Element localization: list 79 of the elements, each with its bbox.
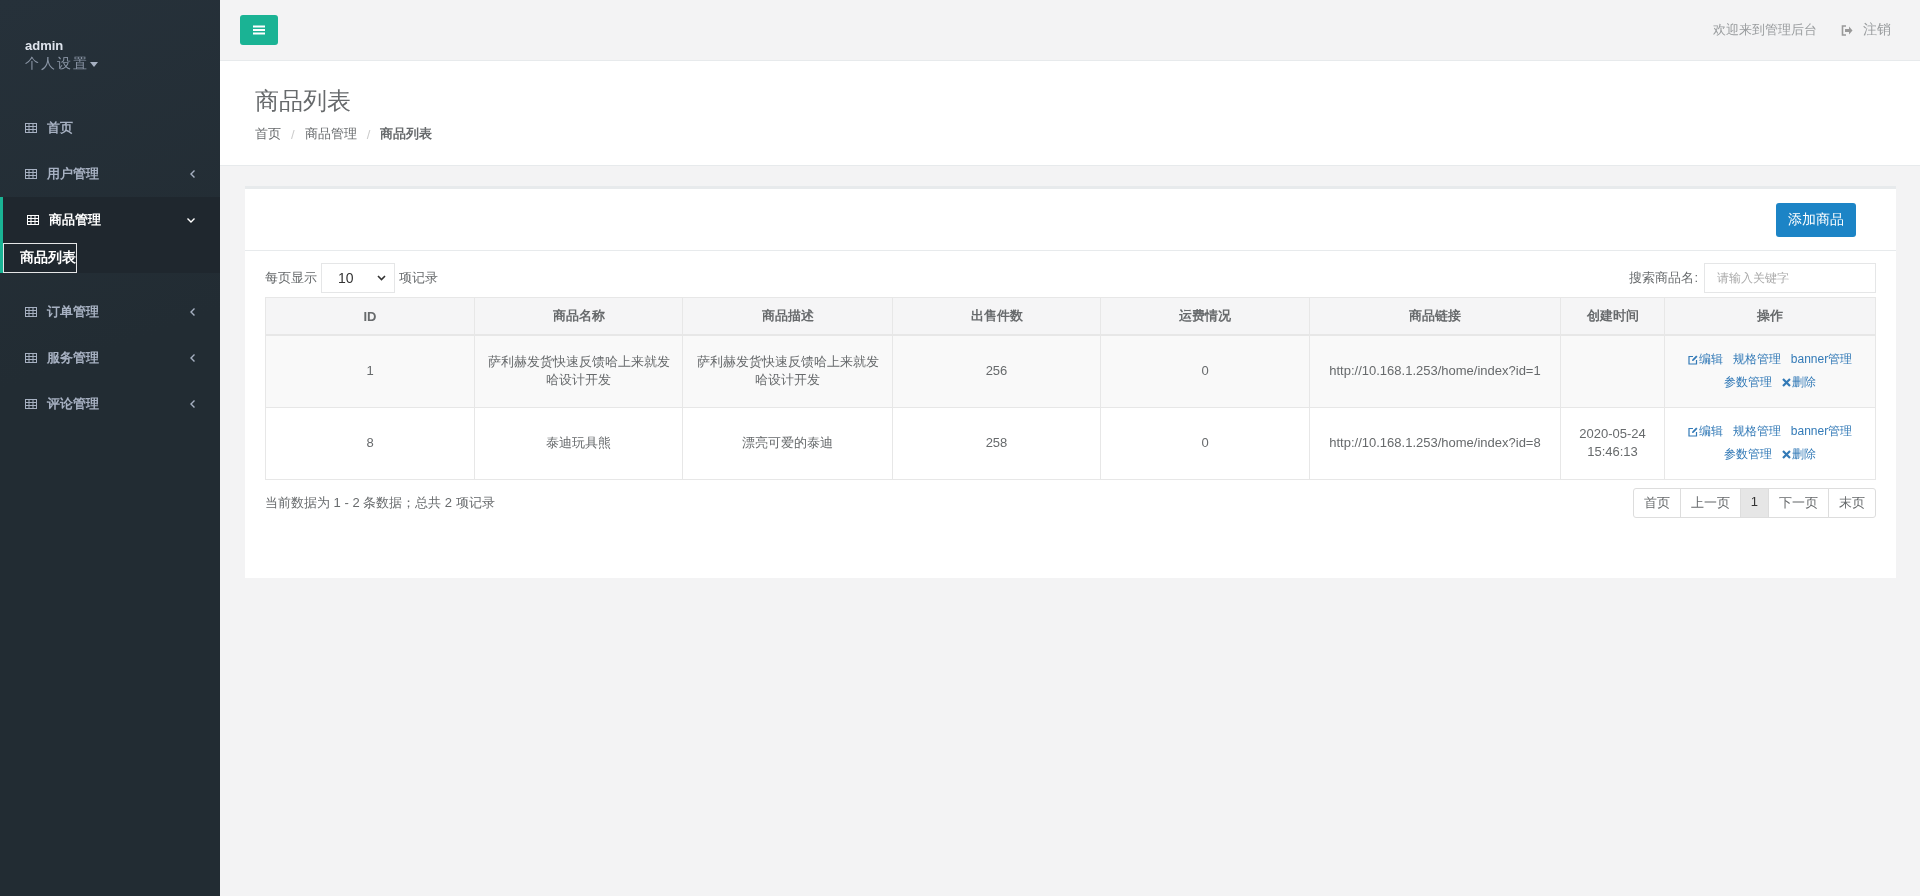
- add-product-button[interactable]: 添加商品: [1776, 203, 1856, 237]
- page-size-select[interactable]: 10: [321, 263, 395, 293]
- menu-button[interactable]: [240, 15, 278, 45]
- sidebar-item[interactable]: 首页: [0, 105, 220, 151]
- close-icon: [1782, 378, 1791, 388]
- table-icon: [25, 169, 37, 179]
- breadcrumb-link[interactable]: 商品列表: [380, 125, 433, 143]
- table-cell: 1: [265, 335, 475, 407]
- search-field[interactable]: 请输入关键字: [1704, 263, 1876, 293]
- breadcrumb-separator: /: [291, 126, 295, 142]
- chevron-left-icon: [190, 170, 195, 178]
- table-icon: [25, 399, 37, 409]
- sidebar-subitem[interactable]: 商品列表: [3, 243, 77, 273]
- table-cell: http://10.168.1.253/home/index?id=8: [1309, 407, 1561, 479]
- settings-dropdown[interactable]: 个人设置: [25, 55, 98, 73]
- action-link[interactable]: 规格管理: [1732, 351, 1781, 369]
- table-cell: 0: [1100, 335, 1310, 407]
- table-icon: [25, 123, 37, 133]
- table-cell: 2020-05-24 15:46:13: [1560, 407, 1665, 479]
- column-header: 商品名称: [474, 297, 683, 335]
- breadcrumb-link[interactable]: 商品管理: [304, 125, 357, 143]
- chevron-down-icon: [377, 275, 386, 281]
- pagination-button[interactable]: 末页: [1828, 487, 1876, 518]
- breadcrumb-separator: /: [366, 126, 371, 142]
- edit-link[interactable]: 编辑: [1687, 423, 1723, 440]
- pagination-button[interactable]: 下一页: [1768, 487, 1829, 518]
- page-title: 商品列表: [255, 86, 351, 116]
- page-size-label: 每页显示: [265, 269, 317, 287]
- table-icon: [25, 353, 37, 363]
- action-link[interactable]: banner管理: [1790, 351, 1853, 369]
- records-summary: 当前数据为 1 - 2 条数据；总共 2 项记录: [265, 493, 495, 512]
- column-header: 商品描述: [682, 297, 893, 335]
- welcome-text: 欢迎来到管理后台: [1713, 21, 1817, 39]
- table-cell: 泰迪玩具熊: [474, 407, 683, 479]
- chevron-left-icon: [190, 354, 195, 362]
- menu-icon: [253, 25, 265, 35]
- table-cell: 8: [265, 407, 475, 479]
- action-link[interactable]: 参数管理: [1724, 374, 1772, 392]
- sidebar-item[interactable]: 订单管理: [0, 289, 220, 335]
- table-cell: 萨利赫发货快速反馈哈上来就发哈设计开发: [682, 335, 893, 407]
- pagination-button[interactable]: 上一页: [1679, 487, 1741, 518]
- sidebar-item[interactable]: 商品管理: [3, 197, 220, 243]
- edit-link[interactable]: 编辑: [1687, 351, 1723, 369]
- sign-out-icon: [1841, 24, 1853, 36]
- table-icon: [27, 215, 39, 225]
- table-cell: 258: [892, 407, 1101, 479]
- table-icon: [25, 307, 37, 317]
- table-cell: 256: [892, 335, 1101, 407]
- table-cell: 漂亮可爱的泰迪: [682, 407, 893, 479]
- column-header: 运费情况: [1100, 297, 1310, 335]
- user-name: admin: [25, 38, 64, 53]
- delete-link[interactable]: 删除: [1782, 446, 1816, 463]
- search-label: 搜索商品名:: [1629, 269, 1698, 287]
- action-link[interactable]: banner管理: [1790, 423, 1853, 440]
- column-header: 商品链接: [1309, 297, 1561, 335]
- table-cell: 0: [1100, 407, 1310, 479]
- close-icon: [1782, 449, 1791, 459]
- column-header: 操作: [1664, 297, 1876, 335]
- sidebar-item[interactable]: 评论管理: [0, 381, 220, 427]
- breadcrumb-link[interactable]: 首页: [255, 125, 281, 143]
- caret-icon: [90, 61, 98, 67]
- chevron-left-icon: [190, 400, 195, 408]
- delete-link[interactable]: 删除: [1782, 374, 1816, 392]
- table-cell: http://10.168.1.253/home/index?id=1: [1309, 335, 1561, 407]
- edit-icon: [1687, 426, 1698, 437]
- action-link[interactable]: 规格管理: [1732, 423, 1781, 440]
- action-link[interactable]: 参数管理: [1724, 446, 1772, 463]
- table-cell: 萨利赫发货快速反馈哈上来就发哈设计开发: [474, 335, 683, 407]
- column-header: 创建时间: [1560, 297, 1665, 335]
- column-header: 出售件数: [892, 297, 1101, 335]
- pagination-button[interactable]: 首页: [1632, 487, 1681, 518]
- pagination-button[interactable]: 1: [1739, 487, 1769, 518]
- edit-icon: [1687, 354, 1698, 365]
- column-header: ID: [265, 297, 475, 335]
- page-size-suffix: 项记录: [399, 269, 438, 287]
- sidebar-item[interactable]: 服务管理: [0, 335, 220, 381]
- chevron-left-icon: [190, 308, 195, 316]
- chevron-down-icon: [187, 217, 195, 223]
- sidebar-item[interactable]: 用户管理: [0, 151, 220, 197]
